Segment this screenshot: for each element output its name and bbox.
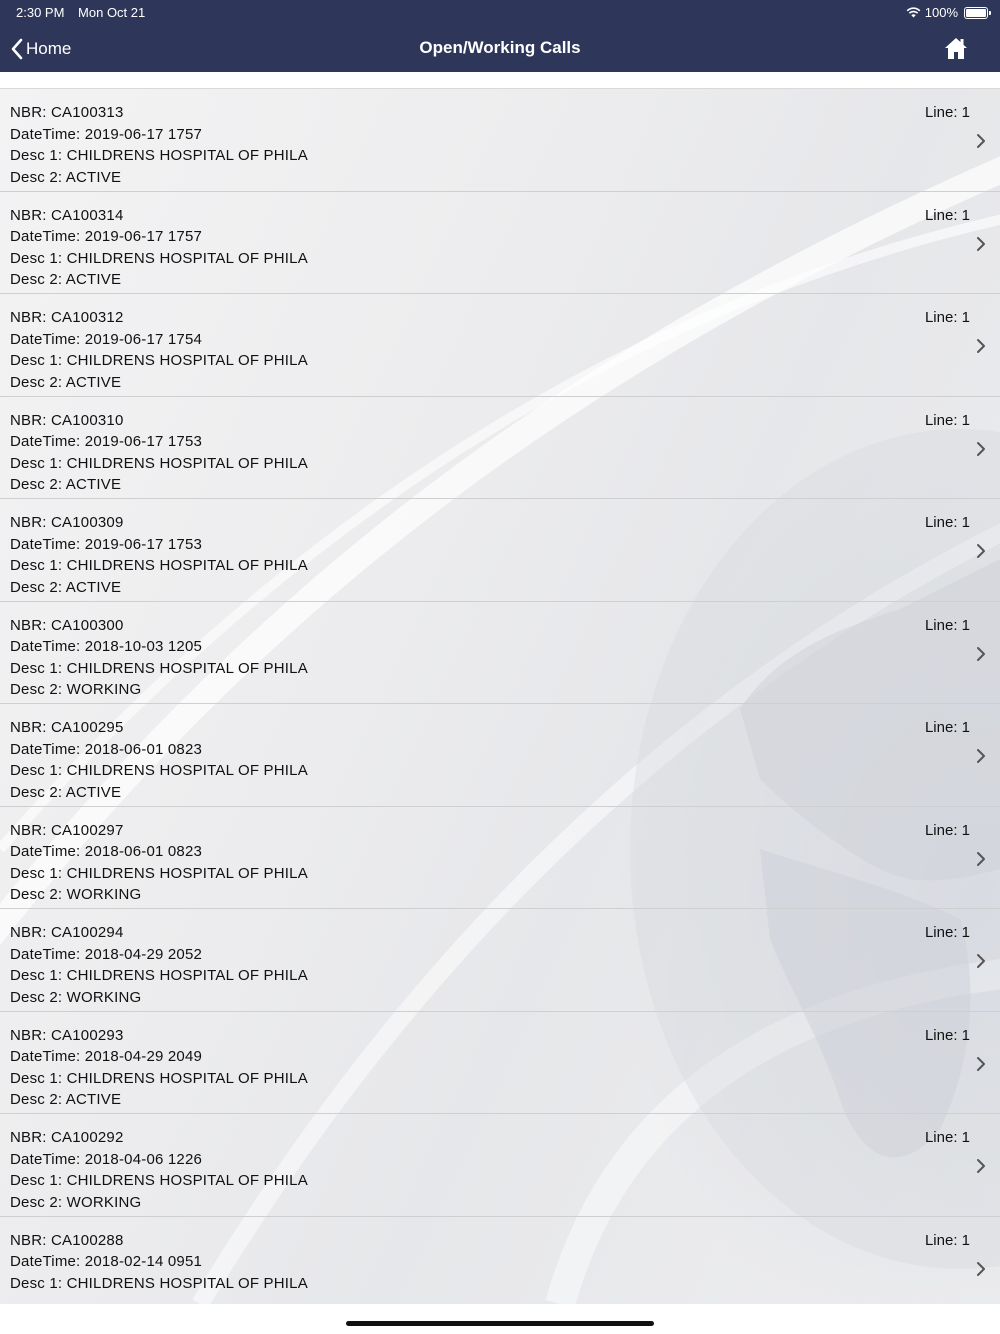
call-desc2: Desc 2: ACTIVE: [10, 271, 122, 288]
call-desc1: Desc 1: CHILDRENS HOSPITAL OF PHILA: [10, 1069, 308, 1087]
call-desc2: Desc 2: ACTIVE: [10, 783, 122, 801]
call-datetime: DateTime: 2019-06-17 1754: [10, 330, 203, 348]
status-date: Mon Oct 21: [78, 5, 146, 20]
call-line: Line: 1: [924, 924, 970, 941]
call-datetime: DateTime: 2018-04-29 2049: [10, 1048, 203, 1065]
chevron-right-icon: [977, 1159, 985, 1173]
call-number: NBR: CA100312: [10, 309, 124, 326]
call-line: Line: 1: [924, 411, 970, 429]
toolbar-strip: [0, 72, 1000, 89]
call-row-7[interactable]: NBR: CA100295 DateTime: 2018-06-01 0823 …: [0, 704, 1000, 807]
call-row-10[interactable]: NBR: CA100293 DateTime: 2018-04-29 2049 …: [0, 1012, 1000, 1114]
call-desc2: Desc 2: ACTIVE: [10, 373, 122, 391]
call-datetime: DateTime: 2018-02-14 0951: [10, 1253, 203, 1270]
call-number: NBR: CA100292: [10, 1129, 124, 1146]
chevron-right-icon: [977, 236, 985, 251]
call-row-2[interactable]: NBR: CA100314 DateTime: 2019-06-17 1757 …: [0, 192, 1000, 294]
battery-icon: [964, 6, 991, 19]
call-desc1: Desc 1: CHILDRENS HOSPITAL OF PHILA: [10, 454, 308, 472]
call-number: NBR: CA100297: [10, 821, 124, 839]
home-button[interactable]: [944, 36, 968, 62]
call-desc2: Desc 2: ACTIVE: [10, 168, 122, 186]
call-line: Line: 1: [924, 616, 970, 634]
chevron-right-icon: [977, 646, 985, 661]
call-line: Line: 1: [924, 1026, 970, 1044]
call-datetime: DateTime: 2018-06-01 0823: [10, 843, 203, 860]
call-desc1: Desc 1: CHILDRENS HOSPITAL OF PHILA: [10, 659, 308, 677]
home-indicator[interactable]: [346, 1321, 654, 1326]
call-number: NBR: CA100295: [10, 719, 124, 736]
call-desc2: Desc 2: WORKING: [10, 1193, 142, 1211]
call-datetime: DateTime: 2019-06-17 1757: [10, 125, 203, 143]
call-row-9[interactable]: NBR: CA100294 DateTime: 2018-04-29 2052 …: [0, 909, 1000, 1012]
call-datetime: DateTime: 2018-04-29 2052: [10, 945, 203, 963]
call-datetime: DateTime: 2018-04-06 1226: [10, 1150, 203, 1168]
status-bar-right: 100%: [906, 5, 991, 20]
chevron-right-icon: [977, 544, 985, 558]
chevron-right-icon: [977, 954, 985, 968]
chevron-right-icon: [977, 749, 985, 763]
call-desc1: Desc 1: CHILDRENS HOSPITAL OF PHILA: [10, 147, 308, 164]
call-desc1: Desc 1: CHILDRENS HOSPITAL OF PHILA: [10, 1172, 308, 1189]
chevron-right-icon: [977, 851, 985, 866]
call-line: Line: 1: [924, 1129, 970, 1146]
call-desc2: Desc 2: ACTIVE: [10, 476, 122, 493]
call-desc2: [10, 1294, 308, 1304]
call-number: NBR: CA100293: [10, 1026, 124, 1044]
call-number: NBR: CA100288: [10, 1231, 124, 1249]
call-line: Line: 1: [924, 104, 970, 121]
call-number: NBR: CA100314: [10, 206, 124, 224]
call-desc2: Desc 2: ACTIVE: [10, 1091, 122, 1108]
battery-percent: 100%: [924, 5, 958, 20]
call-line: Line: 1: [924, 309, 970, 326]
call-desc1: Desc 1: CHILDRENS HOSPITAL OF PHILA: [10, 762, 308, 779]
call-line: Line: 1: [924, 1231, 970, 1249]
call-datetime: DateTime: 2018-06-01 0823: [10, 740, 203, 758]
call-desc2: Desc 2: WORKING: [10, 988, 142, 1006]
chevron-right-icon: [977, 134, 985, 148]
call-row-6[interactable]: NBR: CA100300 DateTime: 2018-10-03 1205 …: [0, 602, 1000, 704]
call-desc2: Desc 2: WORKING: [10, 681, 142, 698]
call-row-3[interactable]: NBR: CA100312 DateTime: 2019-06-17 1754 …: [0, 294, 1000, 397]
call-line: Line: 1: [924, 821, 970, 839]
call-row-5[interactable]: NBR: CA100309 DateTime: 2019-06-17 1753 …: [0, 499, 1000, 602]
call-datetime: DateTime: 2019-06-17 1757: [10, 228, 203, 245]
call-desc1: Desc 1: CHILDRENS HOSPITAL OF PHILA: [10, 557, 308, 574]
call-row-4[interactable]: NBR: CA100310 DateTime: 2019-06-17 1753 …: [0, 397, 1000, 499]
call-desc2: Desc 2: ACTIVE: [10, 578, 122, 596]
status-bar-left: 2:30 PM Mon Oct 21: [16, 5, 145, 20]
call-datetime: DateTime: 2019-06-17 1753: [10, 535, 203, 553]
call-desc2: Desc 2: WORKING: [10, 886, 142, 903]
chevron-right-icon: [977, 1261, 985, 1276]
call-line: Line: 1: [924, 514, 970, 531]
call-number: NBR: CA100300: [10, 616, 124, 634]
navigation-bar: 2:30 PM Mon Oct 21 100% Home Open/Workin…: [0, 0, 1000, 72]
call-desc1: Desc 1: CHILDRENS HOSPITAL OF PHILA: [10, 249, 308, 267]
chevron-right-icon: [977, 1056, 985, 1071]
call-row-11[interactable]: NBR: CA100292 DateTime: 2018-04-06 1226 …: [0, 1114, 1000, 1217]
call-row-8[interactable]: NBR: CA100297 DateTime: 2018-06-01 0823 …: [0, 807, 1000, 909]
call-row-12[interactable]: NBR: CA100288 DateTime: 2018-02-14 0951 …: [0, 1217, 1000, 1305]
calls-list[interactable]: NBR: CA100313 DateTime: 2019-06-17 1757 …: [0, 89, 1000, 1304]
call-number: NBR: CA100294: [10, 924, 124, 941]
call-line: Line: 1: [924, 206, 970, 224]
call-desc1: Desc 1: CHILDRENS HOSPITAL OF PHILA: [10, 352, 308, 369]
call-number: NBR: CA100309: [10, 514, 124, 531]
call-line: Line: 1: [924, 719, 970, 736]
call-number: NBR: CA100313: [10, 104, 124, 121]
page-title: Open/Working Calls: [419, 38, 581, 57]
wifi-icon: [906, 7, 921, 18]
call-datetime: DateTime: 2018-10-03 1205: [10, 638, 203, 655]
call-desc1: Desc 1: CHILDRENS HOSPITAL OF PHILA: [10, 864, 308, 882]
call-row-1[interactable]: NBR: CA100313 DateTime: 2019-06-17 1757 …: [0, 89, 1000, 192]
call-datetime: DateTime: 2019-06-17 1753: [10, 433, 203, 450]
call-desc1: Desc 1: CHILDRENS HOSPITAL OF PHILA: [10, 1274, 308, 1292]
status-time: 2:30 PM: [16, 5, 65, 20]
chevron-right-icon: [977, 339, 985, 353]
house-icon: [945, 38, 967, 59]
chevron-right-icon: [977, 441, 985, 456]
call-number: NBR: CA100310: [10, 411, 124, 429]
call-desc1: Desc 1: CHILDRENS HOSPITAL OF PHILA: [10, 967, 308, 984]
